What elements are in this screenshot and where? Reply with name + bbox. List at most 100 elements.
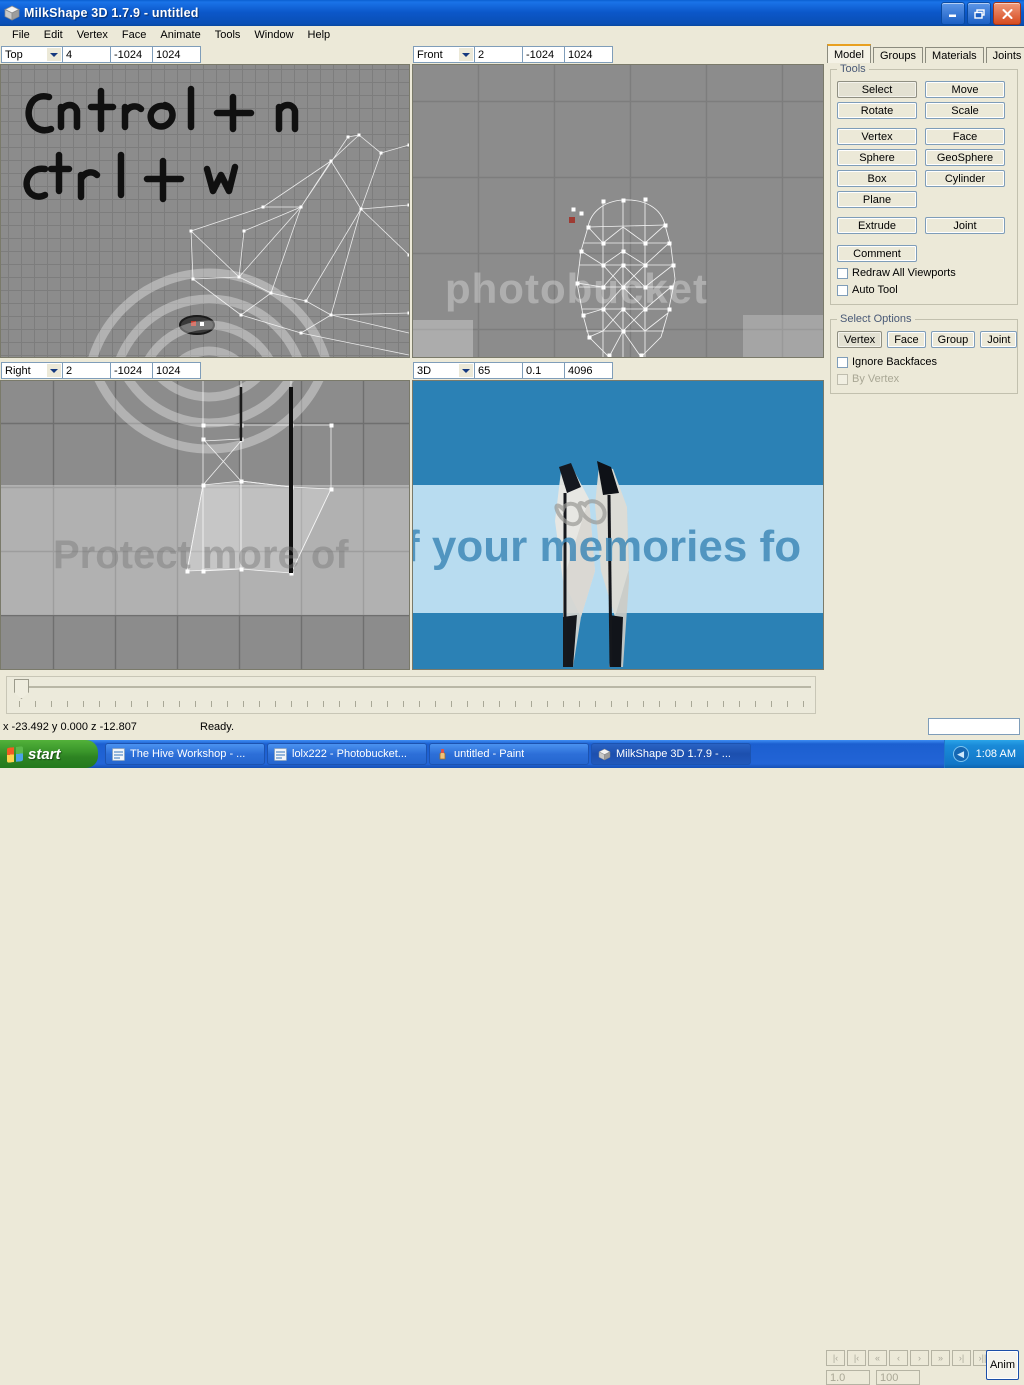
anim-prev-key-button[interactable]: |‹ [847,1350,866,1366]
top-grid-input[interactable]: 4 [63,46,111,63]
taskbar-clock[interactable]: 1:08 AM [976,748,1016,760]
persp-view-select[interactable]: 3D [413,362,475,379]
top-viewport-header: Top 4 -1024 1024 [0,45,410,64]
system-tray: ◀ 1:08 AM [943,740,1024,768]
tool-extrude[interactable]: Extrude [837,217,917,234]
menu-face[interactable]: Face [115,28,153,42]
window-controls [941,2,1021,25]
comment-button[interactable]: Comment [837,245,917,262]
anim-rewind-button[interactable]: « [868,1350,887,1366]
front-grid-input[interactable]: 2 [475,46,523,63]
tab-joints[interactable]: Joints [985,47,1024,63]
windows-flag-icon [7,745,23,763]
taskbar-item-photobucket[interactable]: lolx222 - Photobucket... [267,743,427,765]
window-title: MilkShape 3D 1.7.9 - untitled [24,6,199,20]
chevron-down-icon[interactable] [459,364,473,377]
tool-sphere[interactable]: Sphere [837,149,917,166]
front-far-input[interactable]: 1024 [565,46,613,63]
select-mode-face[interactable]: Face [887,331,926,348]
anim-fast-forward-button[interactable]: » [931,1350,950,1366]
persp-viewport-header: 3D 65 0.1 4096 [412,361,822,380]
tool-geosphere[interactable]: GeoSphere [925,149,1005,166]
taskbar: start The Hive Workshop - ... lolx222 - … [0,740,1024,768]
tool-box[interactable]: Box [837,170,917,187]
menu-file[interactable]: File [5,28,37,42]
animation-transport: |‹ |‹ « ‹ › » ›| ›|| [826,1350,992,1366]
chevron-down-icon[interactable] [47,364,61,377]
viewport-right[interactable]: Protect more of [0,380,410,670]
select-mode-joint[interactable]: Joint [980,331,1018,348]
menu-window[interactable]: Window [247,28,300,42]
taskbar-item-hive-workshop[interactable]: The Hive Workshop - ... [105,743,265,765]
tool-cylinder[interactable]: Cylinder [925,170,1005,187]
checkbox-redraw-all-viewports[interactable]: Redraw All Viewports [837,267,1011,279]
tab-model[interactable]: Model [827,44,871,63]
volume-icon[interactable]: ◀ [952,746,969,762]
checkbox-ignore-backfaces[interactable]: Ignore Backfaces [837,356,1011,368]
close-button[interactable] [993,2,1021,25]
persp-near-input[interactable]: 0.1 [523,362,565,379]
select-options-group: Select Options Vertex Face Group Joint I… [830,313,1018,394]
chevron-down-icon[interactable] [47,48,61,61]
top-view-select[interactable]: Top [1,46,63,63]
anim-step-forward-button[interactable]: › [910,1350,929,1366]
ie-icon [274,747,287,761]
right-grid-input[interactable]: 2 [63,362,111,379]
timeline-thumb[interactable] [14,679,29,699]
persp-fov-input[interactable]: 65 [475,362,523,379]
animation-timeline[interactable] [6,676,816,714]
top-near-input[interactable]: -1024 [111,46,153,63]
menu-animate[interactable]: Animate [153,28,207,42]
animation-range-fields: 1.0 100 [826,1370,920,1385]
start-button[interactable]: start [0,740,98,768]
tools-group-title: Tools [837,63,869,75]
tab-groups[interactable]: Groups [872,47,924,63]
minimize-button[interactable] [941,2,965,25]
select-mode-group[interactable]: Group [930,331,976,348]
viewport-3d[interactable]: f your memories fo [412,380,824,670]
tool-joint[interactable]: Joint [925,217,1005,234]
checkbox-label: Ignore Backfaces [852,356,937,368]
front-near-input[interactable]: -1024 [523,46,565,63]
select-mode-buttons: Vertex Face Group Joint [837,331,1018,348]
tool-plane[interactable]: Plane [837,191,917,208]
tool-select[interactable]: Select [837,81,917,98]
tool-face[interactable]: Face [925,128,1005,145]
menu-edit[interactable]: Edit [37,28,70,42]
persp-view-select-value: 3D [417,364,432,377]
viewport-front[interactable]: photobucket [412,64,824,358]
menu-help[interactable]: Help [301,28,338,42]
checkbox-auto-tool[interactable]: Auto Tool [837,284,1011,296]
right-view-select-value: Right [5,364,31,377]
menu-tools[interactable]: Tools [208,28,248,42]
command-input[interactable] [928,718,1020,735]
checkbox-box[interactable] [837,356,848,368]
front-view-select[interactable]: Front [413,46,475,63]
frame-end-input[interactable]: 100 [876,1370,920,1385]
taskbar-item-milkshape[interactable]: MilkShape 3D 1.7.9 - ... [591,743,751,765]
anim-first-frame-button[interactable]: |‹ [826,1350,845,1366]
checkbox-box[interactable] [837,284,848,296]
tool-rotate[interactable]: Rotate [837,102,917,119]
viewport-top[interactable] [0,64,410,358]
right-view-select[interactable]: Right [1,362,63,379]
top-far-input[interactable]: 1024 [153,46,201,63]
taskbar-item-paint[interactable]: untitled - Paint [429,743,589,765]
checkbox-label: Auto Tool [852,284,898,296]
anim-toggle-button[interactable]: Anim [986,1350,1019,1380]
select-mode-vertex[interactable]: Vertex [837,331,883,348]
tab-materials[interactable]: Materials [925,47,984,63]
restore-button[interactable] [967,2,991,25]
anim-next-key-button[interactable]: ›| [952,1350,971,1366]
persp-far-input[interactable]: 4096 [565,362,613,379]
tool-scale[interactable]: Scale [925,102,1005,119]
menu-vertex[interactable]: Vertex [70,28,115,42]
tool-vertex[interactable]: Vertex [837,128,917,145]
chevron-down-icon[interactable] [459,48,473,61]
right-near-input[interactable]: -1024 [111,362,153,379]
checkbox-box[interactable] [837,267,848,279]
anim-step-back-button[interactable]: ‹ [889,1350,908,1366]
tool-move[interactable]: Move [925,81,1005,98]
frame-start-input[interactable]: 1.0 [826,1370,870,1385]
right-far-input[interactable]: 1024 [153,362,201,379]
